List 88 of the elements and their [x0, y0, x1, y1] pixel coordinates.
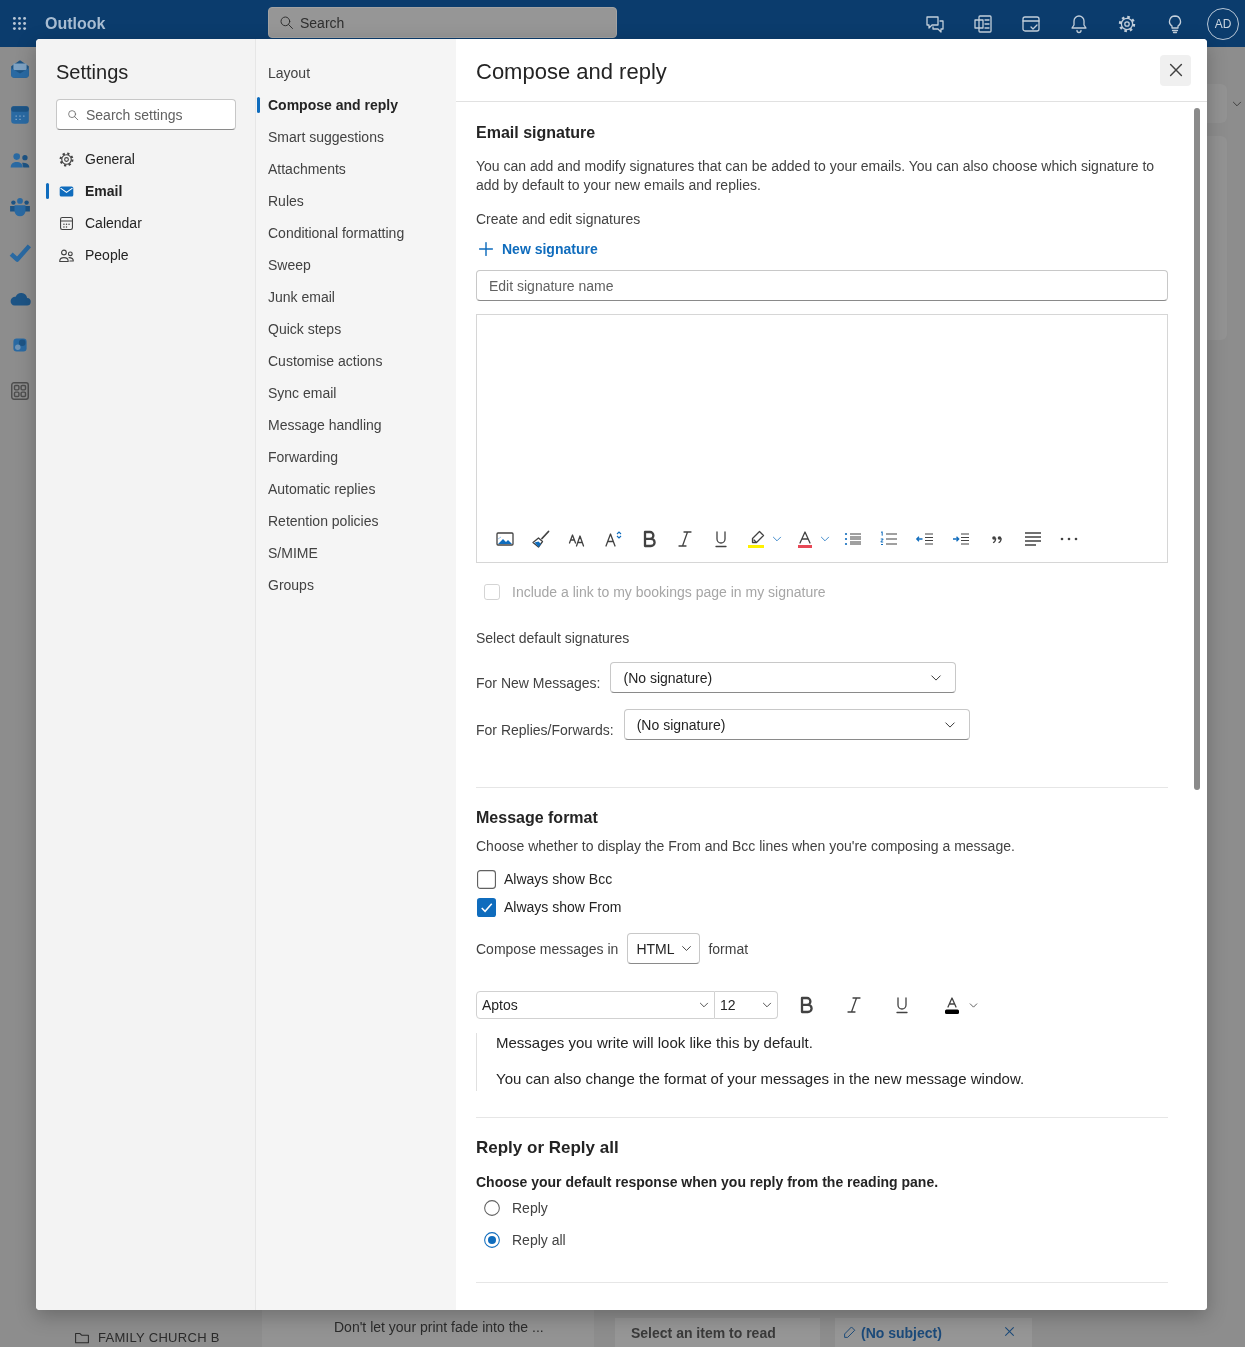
reading-pane-text: Select an item to read — [615, 1318, 820, 1347]
checkbox-label: Always show Bcc — [504, 870, 613, 889]
search-icon — [67, 108, 79, 121]
calendar-icon[interactable] — [9, 104, 31, 126]
subnav-item[interactable]: Retention policies — [257, 505, 456, 537]
chat-icon[interactable] — [925, 13, 945, 34]
subnav-item[interactable]: Compose and reply — [257, 89, 456, 121]
description-text: Choose your default response when you reply from the reading pane. — [476, 1173, 940, 1192]
checkbox[interactable] — [477, 869, 496, 889]
field-label: Compose messages in — [476, 939, 619, 959]
subnav-item[interactable]: Attachments — [257, 153, 456, 185]
subnav-item[interactable]: Forwarding — [257, 441, 456, 473]
settings-title: Settings — [56, 60, 130, 85]
signature-name-field[interactable]: Edit signature name — [476, 270, 1168, 301]
signature-dropdown[interactable]: (No signature) — [610, 662, 957, 693]
field-label: Create and edit signatures — [476, 210, 642, 229]
font-color-icon[interactable] — [942, 995, 962, 1015]
field-label: format — [708, 939, 749, 959]
close-button[interactable] — [1160, 54, 1191, 86]
plus-icon — [478, 241, 494, 257]
subnav-item[interactable]: Junk email — [257, 281, 456, 313]
page-title: Compose and reply — [476, 59, 668, 85]
subnav-item[interactable]: Message handling — [257, 409, 456, 441]
app-name: Outlook — [45, 14, 106, 33]
subnav-item[interactable]: Smart suggestions — [257, 121, 456, 153]
section-heading: Email signature — [476, 123, 597, 143]
signature-dropdown[interactable]: (No signature) — [623, 709, 970, 740]
apps-icon[interactable] — [9, 380, 31, 402]
checkbox-label: Always show From — [504, 898, 622, 917]
nav-item[interactable]: Calendar — [46, 207, 236, 239]
search-field[interactable]: Search settings — [56, 99, 236, 130]
font-color-icon[interactable] — [795, 529, 815, 549]
folder-icon — [74, 1330, 90, 1346]
nav-item[interactable]: People — [46, 239, 236, 271]
radio-label: Reply — [512, 1200, 548, 1216]
subnav-item[interactable]: Sync email — [257, 377, 456, 409]
subnav-item[interactable]: S/MIME — [257, 537, 456, 569]
section-heading: Reply or Reply all — [476, 1137, 620, 1159]
subnav-item[interactable]: Rules — [257, 185, 456, 217]
subnav-item[interactable]: Quick steps — [257, 313, 456, 345]
search-field[interactable]: Search — [268, 7, 617, 38]
checkmark-icon[interactable] — [9, 242, 31, 264]
pencil-icon — [842, 1325, 857, 1340]
calendar-check-icon[interactable] — [1021, 13, 1041, 34]
radio-button[interactable] — [484, 1200, 500, 1216]
subnav-item[interactable]: Groups — [257, 569, 456, 601]
folder-item[interactable]: FAMILY CHURCH B — [74, 1330, 220, 1346]
document-icon[interactable] — [973, 13, 993, 34]
format-dropdown[interactable]: HTML — [627, 933, 701, 964]
calendar-icon — [58, 214, 75, 232]
radio-button[interactable] — [484, 1232, 500, 1248]
picture-icon[interactable] — [495, 529, 515, 549]
preview-text: You can also change the format of your messages in the new message window. — [495, 1069, 1026, 1089]
subnav-item[interactable]: Sweep — [257, 249, 456, 281]
font-size-dropdown[interactable]: 12 — [715, 991, 778, 1019]
nav-item[interactable]: General — [46, 143, 236, 175]
field-label: For Replies/Forwards: — [476, 721, 614, 740]
bell-icon[interactable] — [1069, 13, 1089, 34]
subnav-item[interactable]: Conditional formatting — [257, 217, 456, 249]
description-text: Choose whether to display the From and Bcc lines when you're composing a message. — [476, 837, 1016, 856]
preview-text: Messages you write will look like this by default. — [495, 1033, 814, 1053]
settings-icon[interactable] — [1117, 13, 1137, 34]
scrollbar-thumb[interactable] — [1194, 108, 1200, 790]
subnav-item[interactable]: Layout — [257, 57, 456, 89]
radio-label: Reply all — [512, 1232, 566, 1248]
card-background — [1207, 84, 1227, 123]
align-left-icon[interactable] — [1023, 529, 1043, 549]
new-signature-link[interactable]: New signature — [476, 237, 598, 261]
gear-icon — [58, 150, 75, 168]
checkbox[interactable] — [477, 897, 496, 917]
message-preview[interactable]: Don't let your print fade into the ... — [262, 1310, 594, 1347]
search-icon — [279, 15, 294, 30]
letter-arrows-icon[interactable] — [603, 529, 623, 549]
font-dropdown[interactable]: Aptos — [476, 991, 715, 1019]
close-icon[interactable] — [1003, 1325, 1016, 1338]
section-heading: Message format — [476, 808, 599, 828]
highlighter-icon[interactable] — [747, 529, 767, 549]
checkbox-label: Include a link to my bookings page in my signature — [512, 583, 826, 602]
subnav-item[interactable]: Automatic replies — [257, 473, 456, 505]
nav-item[interactable]: Email — [46, 175, 236, 207]
field-label: For New Messages: — [476, 674, 601, 693]
app-launcher-icon[interactable] — [11, 15, 28, 32]
subnav-item[interactable]: Customise actions — [257, 345, 456, 377]
description-text: You can add and modify signatures that can be added to your emails. You can also choose which signature to add by default to your new emails and replies. — [476, 157, 1156, 195]
mail-icon[interactable] — [9, 58, 31, 80]
group-icon[interactable] — [9, 196, 31, 218]
field-label: Select default signatures — [476, 629, 631, 648]
paintbrush-icon[interactable] — [531, 529, 551, 549]
